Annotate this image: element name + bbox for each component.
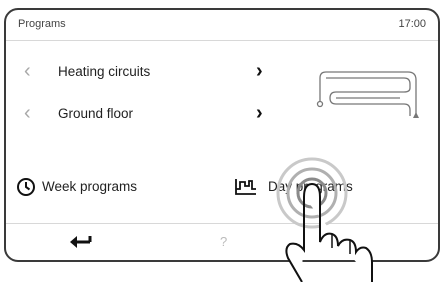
page-title: Programs bbox=[18, 18, 66, 30]
chevron-right-icon[interactable]: › bbox=[256, 103, 263, 123]
chevron-left-icon[interactable]: ‹ bbox=[24, 103, 31, 123]
chevron-right-icon[interactable]: › bbox=[256, 61, 263, 81]
week-programs-button[interactable]: Week programs bbox=[14, 174, 174, 202]
heating-circuits-row: ‹ Heating circuits › bbox=[6, 58, 296, 86]
clock-icon bbox=[17, 178, 35, 196]
row-label: Heating circuits bbox=[58, 64, 151, 79]
day-chart-icon bbox=[235, 179, 256, 195]
tap-gesture-hand-icon bbox=[276, 157, 373, 282]
clock-time: 17:00 bbox=[398, 18, 426, 30]
header-bar: Programs 17:00 bbox=[6, 10, 438, 41]
week-programs-label: Week programs bbox=[42, 179, 138, 194]
row-label: Ground floor bbox=[58, 106, 134, 121]
chevron-left-icon[interactable]: ‹ bbox=[24, 61, 31, 81]
heating-coil-icon bbox=[316, 71, 419, 118]
ground-floor-row: ‹ Ground floor › bbox=[6, 100, 296, 128]
back-arrow-icon[interactable] bbox=[66, 230, 96, 254]
help-button[interactable]: ? bbox=[220, 234, 227, 249]
